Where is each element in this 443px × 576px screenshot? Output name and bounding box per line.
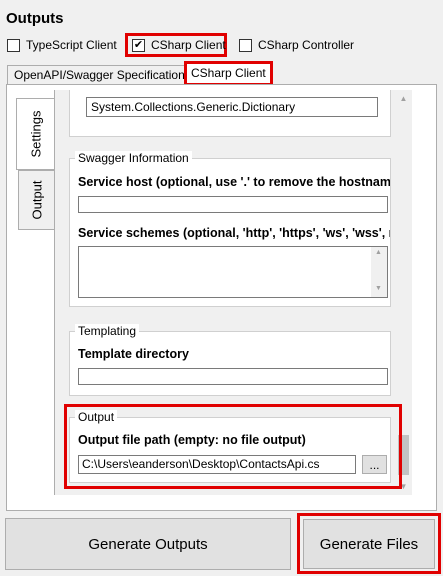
checkbox-csharp-controller[interactable]: CSharp Controller: [239, 38, 354, 52]
side-tab-settings[interactable]: Settings: [16, 98, 54, 170]
service-schemes-label: Service schemes (optional, 'http', 'http…: [78, 226, 390, 240]
output-file-path-value: C:\Users\eanderson\Desktop\ContactsApi.c…: [82, 457, 320, 471]
scroll-up-arrow-icon[interactable]: ▲: [375, 249, 382, 256]
side-tab-label: Settings: [28, 110, 43, 158]
checkbox-box[interactable]: [239, 38, 252, 52]
scroll-down-arrow-icon[interactable]: ▼: [375, 285, 382, 292]
templating-group: [69, 331, 391, 396]
side-tab-label: Output: [29, 180, 44, 220]
outputs-title: Outputs: [6, 10, 64, 27]
tab-openapi-spec[interactable]: OpenAPI/Swagger Specification: [7, 65, 192, 85]
template-directory-label: Template directory: [78, 347, 189, 361]
output-file-path-label: Output file path (empty: no file output): [78, 433, 306, 447]
checkbox-box[interactable]: ✔: [132, 38, 145, 52]
dictionary-type-value: System.Collections.Generic.Dictionary: [91, 100, 296, 114]
scroll-up-arrow-icon[interactable]: ▲: [395, 90, 412, 107]
service-schemes-input[interactable]: ▲ ▼: [78, 246, 388, 298]
service-host-label: Service host (optional, use '.' to remov…: [78, 175, 390, 189]
service-schemes-scrollbar[interactable]: ▲ ▼: [371, 247, 387, 297]
checkbox-box[interactable]: [7, 38, 20, 52]
tab-csharp-client[interactable]: CSharp Client: [187, 64, 270, 83]
checkbox-label: TypeScript Client: [26, 38, 117, 52]
swagger-group-title: Swagger Information: [75, 151, 192, 165]
generate-outputs-button[interactable]: Generate Outputs: [5, 518, 291, 570]
generate-files-button[interactable]: Generate Files: [303, 519, 435, 569]
checkbox-label: CSharp Controller: [258, 38, 355, 52]
template-directory-input[interactable]: [78, 368, 388, 385]
templating-group-title: Templating: [75, 324, 140, 338]
checkbox-typescript-client[interactable]: TypeScript Client: [7, 38, 117, 52]
checkbox-label: CSharp Client: [151, 38, 226, 52]
output-file-path-input[interactable]: C:\Users\eanderson\Desktop\ContactsApi.c…: [78, 455, 356, 474]
checkmark-icon: ✔: [133, 38, 144, 51]
checkbox-csharp-client[interactable]: ✔ CSharp Client: [132, 38, 226, 52]
dictionary-type-input[interactable]: System.Collections.Generic.Dictionary: [86, 97, 378, 117]
browse-button[interactable]: ...: [362, 455, 387, 474]
side-tab-output[interactable]: Output: [18, 170, 54, 230]
output-group-title: Output: [75, 410, 118, 424]
service-host-input[interactable]: [78, 196, 388, 213]
